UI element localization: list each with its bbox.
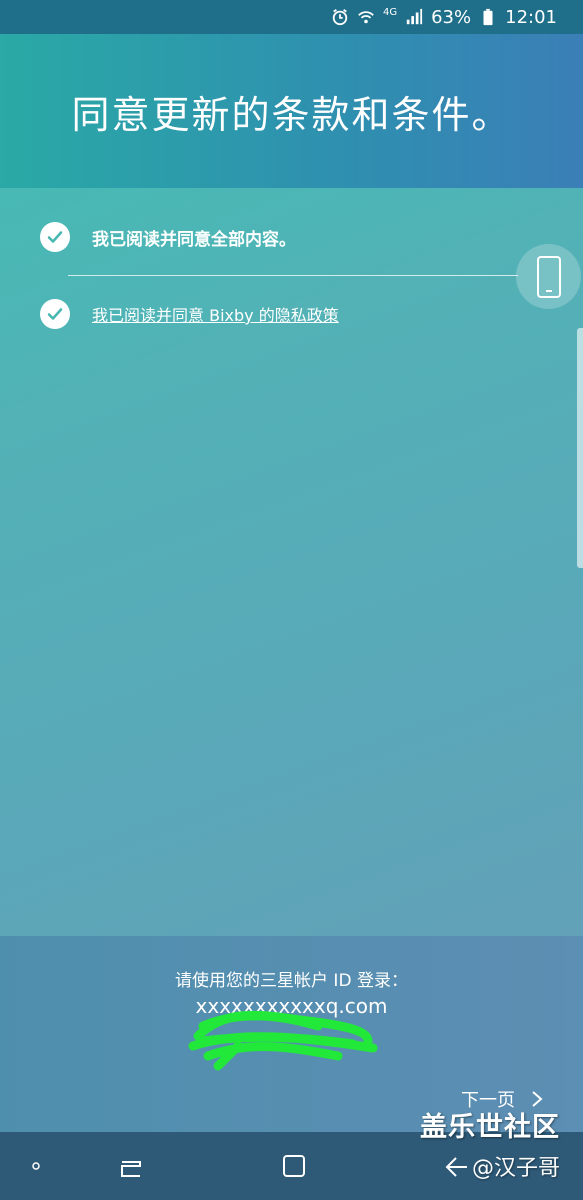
network-type: 4G [382,6,398,18]
agree-bixby-privacy-checkbox[interactable]: 我已阅读并同意 Bixby 的隐私政策 [40,299,339,329]
back-button[interactable] [444,1156,468,1178]
battery-icon [483,8,493,26]
home-button[interactable] [282,1154,306,1178]
device-badge [516,244,581,309]
checkmark-icon [40,222,70,252]
login-panel: 请使用您的三星帐户 ID 登录： xxxxxxxxxxxq.com 下一页 [0,936,583,1132]
divider [68,275,518,276]
watermark-title: 盖乐世社区 [420,1112,560,1143]
watermark-author: @汉子哥 [472,1156,561,1181]
dot-icon [32,1162,40,1170]
agree-all-label: 我已阅读并同意全部内容。 [92,229,296,250]
battery-percent: 63% [431,6,472,28]
phone-icon [536,255,561,298]
recent-apps-button[interactable] [118,1154,144,1180]
status-bar: 4G 63% 12:01 [0,0,583,34]
scrollbar[interactable] [577,328,583,568]
page-header: 同意更新的条款和条件。 [0,34,583,188]
checkmark-icon [40,299,70,329]
bixby-privacy-link[interactable]: 我已阅读并同意 Bixby 的隐私政策 [92,302,339,326]
clock: 12:01 [505,6,557,28]
wifi-icon [358,11,374,24]
agree-all-checkbox[interactable]: 我已阅读并同意全部内容。 [40,222,296,252]
page-title: 同意更新的条款和条件。 [71,92,512,137]
redaction-scribble [188,1010,378,1071]
alarm-icon [332,9,348,26]
signal-icon [406,8,423,25]
